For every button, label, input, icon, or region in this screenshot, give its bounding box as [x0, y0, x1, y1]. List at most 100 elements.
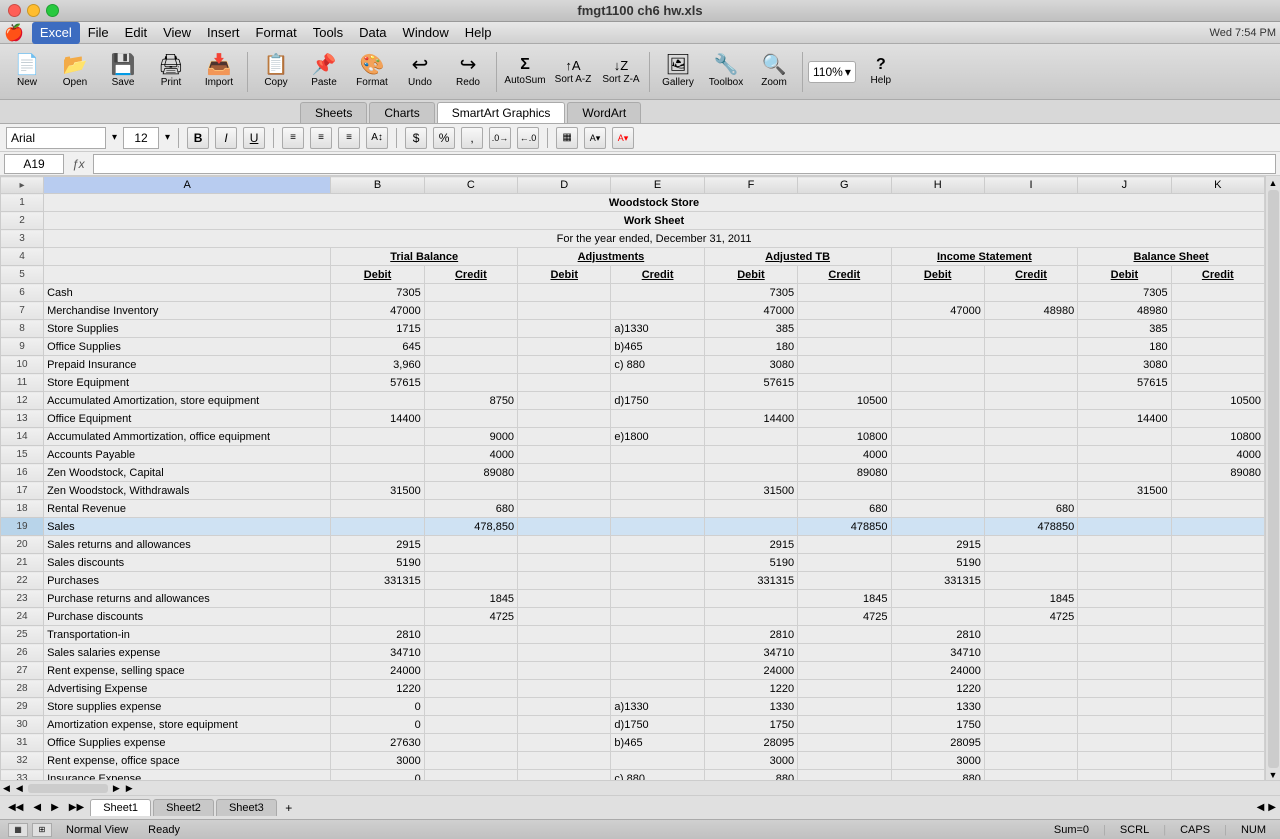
cell-r33i[interactable]	[984, 770, 1077, 781]
cell-r21e[interactable]	[611, 554, 704, 572]
cell-r16k[interactable]: 89080	[1171, 464, 1264, 482]
cell-adjustments[interactable]: Adjustments	[518, 248, 705, 266]
cell-r25a[interactable]: Transportation-in	[44, 626, 331, 644]
cell-r17k[interactable]	[1171, 482, 1264, 500]
row-num[interactable]: 13	[1, 410, 44, 428]
cell-r12c[interactable]: 8750	[424, 392, 517, 410]
cell-r10g[interactable]	[798, 356, 891, 374]
font-name-input[interactable]	[6, 127, 106, 149]
cell-r23h[interactable]	[891, 590, 984, 608]
cell-r29k[interactable]	[1171, 698, 1264, 716]
cell-r23b[interactable]	[331, 590, 424, 608]
cell-r7g[interactable]	[798, 302, 891, 320]
cell-r26i[interactable]	[984, 644, 1077, 662]
row-num[interactable]: 20	[1, 536, 44, 554]
cell-r6e[interactable]	[611, 284, 704, 302]
row-num[interactable]: 28	[1, 680, 44, 698]
cell-r19j[interactable]	[1078, 518, 1171, 536]
cell-r13g[interactable]	[798, 410, 891, 428]
row-num[interactable]: 15	[1, 446, 44, 464]
minimize-button[interactable]	[27, 4, 40, 17]
cell-r17e[interactable]	[611, 482, 704, 500]
cell-r29j[interactable]	[1078, 698, 1171, 716]
cell-r22g[interactable]	[798, 572, 891, 590]
row-num[interactable]: 25	[1, 626, 44, 644]
cell-r26g[interactable]	[798, 644, 891, 662]
menu-data[interactable]: Data	[351, 22, 394, 44]
cell-r31d[interactable]	[518, 734, 611, 752]
view-normal-icon[interactable]: ▦	[8, 823, 28, 837]
menu-help[interactable]: Help	[457, 22, 500, 44]
cell-r32f[interactable]: 3000	[704, 752, 797, 770]
cell-r25c[interactable]	[424, 626, 517, 644]
cell-r28k[interactable]	[1171, 680, 1264, 698]
sheet-tab-sheet1[interactable]: Sheet1	[90, 799, 151, 816]
cell-r30j[interactable]	[1078, 716, 1171, 734]
cell-r9j[interactable]: 180	[1078, 338, 1171, 356]
cell-r29d[interactable]	[518, 698, 611, 716]
redo-button[interactable]: ↪ Redo	[445, 47, 491, 97]
cell-r31b[interactable]: 27630	[331, 734, 424, 752]
font-size-input[interactable]	[123, 127, 159, 149]
cell-r19d[interactable]	[518, 518, 611, 536]
cell-r32d[interactable]	[518, 752, 611, 770]
menu-tools[interactable]: Tools	[305, 22, 351, 44]
cell-r12g[interactable]: 10500	[798, 392, 891, 410]
cell-r6b[interactable]: 7305	[331, 284, 424, 302]
cell-r5f[interactable]: Debit	[704, 266, 797, 284]
cell-r32c[interactable]	[424, 752, 517, 770]
cell-r33f[interactable]: 880	[704, 770, 797, 781]
cell-r27k[interactable]	[1171, 662, 1264, 680]
cell-r18a[interactable]: Rental Revenue	[44, 500, 331, 518]
cell-r13b[interactable]: 14400	[331, 410, 424, 428]
cell-r26e[interactable]	[611, 644, 704, 662]
cell-r16b[interactable]	[331, 464, 424, 482]
row-num[interactable]: 33	[1, 770, 44, 781]
cell-r7h[interactable]: 47000	[891, 302, 984, 320]
cell-r16i[interactable]	[984, 464, 1077, 482]
cell-r31f[interactable]: 28095	[704, 734, 797, 752]
cell-r8b[interactable]: 1715	[331, 320, 424, 338]
scroll-right-button[interactable]: ▶	[123, 783, 136, 794]
cell-r21g[interactable]	[798, 554, 891, 572]
sort-az-button[interactable]: ↑A Sort A-Z	[550, 47, 596, 97]
cell-r10d[interactable]	[518, 356, 611, 374]
cell-r7d[interactable]	[518, 302, 611, 320]
cell-r21f[interactable]: 5190	[704, 554, 797, 572]
cell-r16d[interactable]	[518, 464, 611, 482]
cell-r9g[interactable]	[798, 338, 891, 356]
sheet-tab-sheet3[interactable]: Sheet3	[216, 799, 277, 816]
toolbox-button[interactable]: 🔧 Toolbox	[703, 47, 749, 97]
cell-r15g[interactable]: 4000	[798, 446, 891, 464]
maximize-button[interactable]	[46, 4, 59, 17]
cell-r9k[interactable]	[1171, 338, 1264, 356]
cell-r30k[interactable]	[1171, 716, 1264, 734]
cell-r18j[interactable]	[1078, 500, 1171, 518]
cell-r18k[interactable]	[1171, 500, 1264, 518]
row-num[interactable]: 7	[1, 302, 44, 320]
cell-r22d[interactable]	[518, 572, 611, 590]
help-button[interactable]: ? Help	[858, 47, 904, 97]
row-num[interactable]: 32	[1, 752, 44, 770]
row-num[interactable]: 27	[1, 662, 44, 680]
cell-r32b[interactable]: 3000	[331, 752, 424, 770]
cell-r17f[interactable]: 31500	[704, 482, 797, 500]
col-header-g[interactable]: G	[798, 177, 891, 194]
row-num[interactable]: 8	[1, 320, 44, 338]
cell-r11h[interactable]	[891, 374, 984, 392]
cell-r7i[interactable]: 48980	[984, 302, 1077, 320]
cell-r27g[interactable]	[798, 662, 891, 680]
cell-r15i[interactable]	[984, 446, 1077, 464]
row-num[interactable]: 5	[1, 266, 44, 284]
col-header-d[interactable]: D	[518, 177, 611, 194]
cell-r5j[interactable]: Debit	[1078, 266, 1171, 284]
cell-r11a[interactable]: Store Equipment	[44, 374, 331, 392]
import-button[interactable]: 📥 Import	[196, 47, 242, 97]
col-header-i[interactable]: I	[984, 177, 1077, 194]
col-header-b[interactable]: B	[331, 177, 424, 194]
cell-r31j[interactable]	[1078, 734, 1171, 752]
cell-r20c[interactable]	[424, 536, 517, 554]
cell-r32e[interactable]	[611, 752, 704, 770]
cell-r14e[interactable]: e)1800	[611, 428, 704, 446]
cell-r30g[interactable]	[798, 716, 891, 734]
